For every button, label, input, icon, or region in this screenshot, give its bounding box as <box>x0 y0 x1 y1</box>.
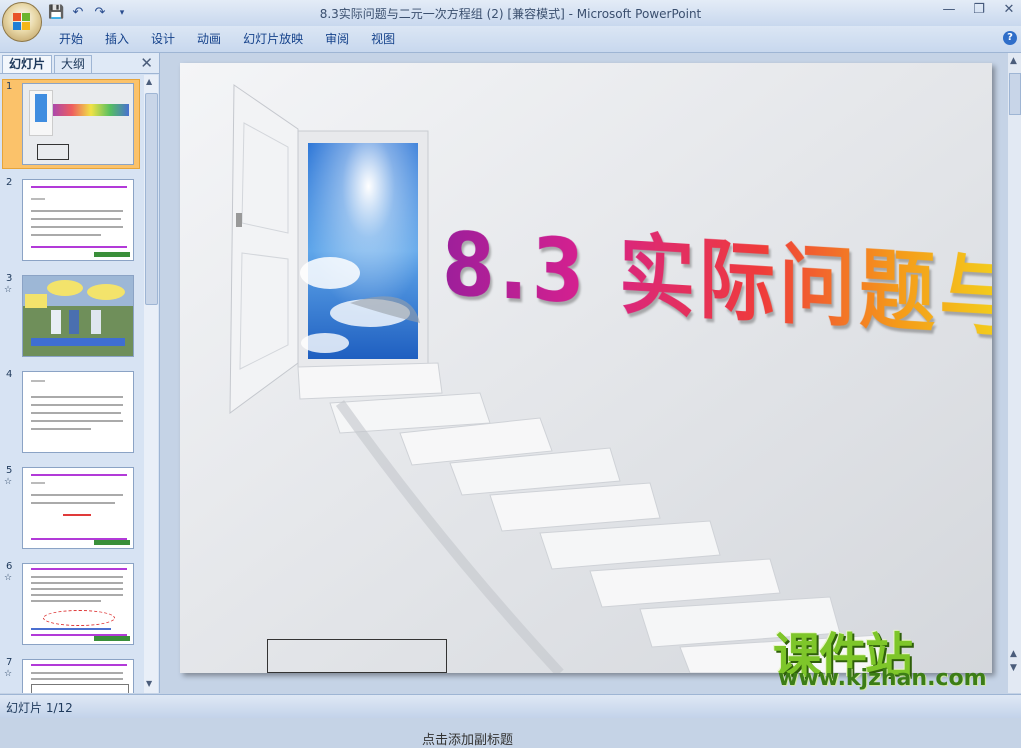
slide-thumb-3[interactable]: 3 ☆ <box>0 271 143 363</box>
slide-background-image <box>180 63 992 673</box>
slide-thumb-preview <box>22 467 134 549</box>
slide-number: 6 <box>6 561 13 572</box>
slide-number: 2 <box>6 177 13 188</box>
watermark-url: www.kjzhan.com <box>778 666 987 691</box>
slide-scrollbar[interactable]: ▲ ▲ ▼ <box>1008 53 1021 693</box>
animation-star-icon: ☆ <box>4 669 13 679</box>
scroll-down-icon[interactable]: ▼ <box>146 679 152 688</box>
slide-thumb-preview <box>22 83 134 165</box>
tab-slideshow[interactable]: 幻灯片放映 <box>232 30 314 48</box>
window-title: 8.3实际问题与二元一次方程组 (2) [兼容模式] - Microsoft P… <box>319 7 702 21</box>
slide-thumb-preview <box>22 659 134 693</box>
scroll-up-icon[interactable]: ▲ <box>1010 56 1017 66</box>
close-pane-icon[interactable]: ✕ <box>140 54 153 72</box>
tab-outline[interactable]: 大纲 <box>54 55 93 73</box>
slide-thumb-5[interactable]: 5 ☆ <box>0 463 143 555</box>
subtitle-placeholder[interactable] <box>267 639 447 673</box>
slide-thumbnails: 1 2 3 ☆ 4 5 ☆ 6 ☆ 7 ☆ <box>0 75 143 693</box>
close-icon[interactable]: ✕ <box>1001 2 1017 18</box>
help-icon[interactable]: ? <box>1003 31 1017 45</box>
slide-thumb-2[interactable]: 2 <box>0 175 143 267</box>
next-slide-icon[interactable]: ▼ <box>1010 663 1017 673</box>
restore-icon[interactable]: ❐ <box>971 2 987 18</box>
thumbnail-scrollbar[interactable]: ▲ ▼ <box>144 75 158 693</box>
slide-thumb-preview <box>22 179 134 261</box>
tab-slides[interactable]: 幻灯片 <box>2 55 53 73</box>
subtitle-text[interactable]: 点击添加副标题 <box>422 729 513 748</box>
slide-thumb-preview <box>22 371 134 453</box>
slide-number: 3 <box>6 273 13 284</box>
slide-thumb-6[interactable]: 6 ☆ <box>0 559 143 651</box>
ribbon-tab-bar: 开始 插入 设计 动画 幻灯片放映 审阅 视图 ? <box>0 26 1021 53</box>
slide-number: 4 <box>6 369 13 380</box>
slide-thumb-preview <box>22 275 134 357</box>
tab-design[interactable]: 设计 <box>140 30 186 48</box>
scroll-thumb[interactable] <box>1009 73 1021 115</box>
tab-animations[interactable]: 动画 <box>186 30 232 48</box>
slide-number: 1 <box>6 81 13 92</box>
animation-star-icon: ☆ <box>4 477 13 487</box>
office-logo-icon <box>13 13 31 31</box>
scroll-up-icon[interactable]: ▲ <box>146 77 152 86</box>
slides-pane: 幻灯片 大纲 ✕ 1 2 3 ☆ 4 5 ☆ 6 ☆ 7 ☆ ▲ ▼ <box>0 53 160 693</box>
tab-insert[interactable]: 插入 <box>94 30 140 48</box>
animation-star-icon: ☆ <box>4 285 13 295</box>
status-bar: 幻灯片 1/12 <box>0 694 1021 718</box>
scroll-thumb[interactable] <box>145 93 158 305</box>
title-bar: 💾 ↶ ↷ ▾ 8.3实际问题与二元一次方程组 (2) [兼容模式] - Mic… <box>0 0 1021 26</box>
current-slide[interactable]: 8.3 实际问题与二元一次方程组 <box>180 63 992 673</box>
slide-number: 5 <box>6 465 13 476</box>
slide-number: 7 <box>6 657 13 668</box>
minimize-icon[interactable]: — <box>941 2 957 18</box>
tab-home[interactable]: 开始 <box>48 30 94 48</box>
tab-view[interactable]: 视图 <box>360 30 406 48</box>
slide-thumb-7[interactable]: 7 ☆ <box>0 655 143 693</box>
slide-thumb-preview <box>22 563 134 645</box>
office-button[interactable] <box>2 2 42 42</box>
slide-thumb-4[interactable]: 4 <box>0 367 143 459</box>
slide-indicator: 幻灯片 1/12 <box>6 701 73 715</box>
slide-thumb-1[interactable]: 1 <box>0 79 143 171</box>
pane-tabs: 幻灯片 大纲 ✕ <box>0 53 159 74</box>
slide-editing-area: 8.3 实际问题与二元一次方程组 点击添加副标题 <box>160 53 1021 748</box>
window-controls: — ❐ ✕ <box>941 2 1017 18</box>
animation-star-icon: ☆ <box>4 573 13 583</box>
prev-slide-icon[interactable]: ▲ <box>1010 649 1017 659</box>
tab-review[interactable]: 审阅 <box>314 30 360 48</box>
